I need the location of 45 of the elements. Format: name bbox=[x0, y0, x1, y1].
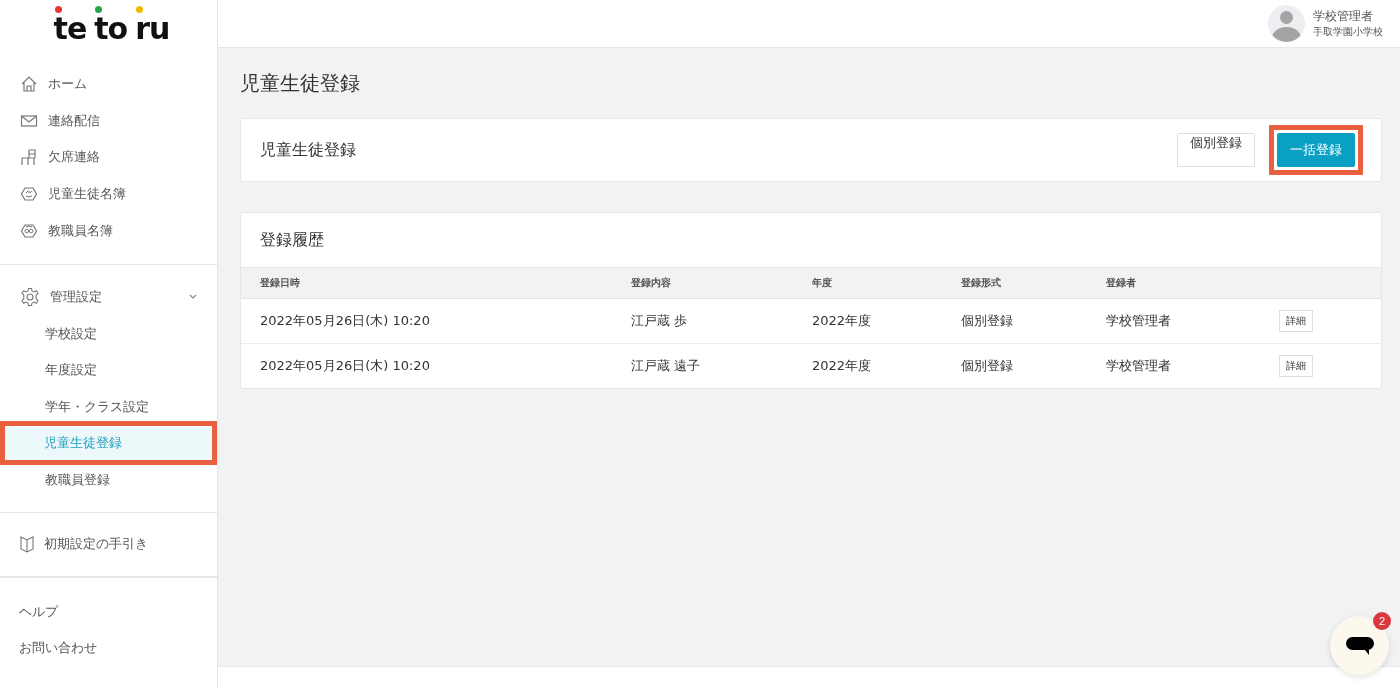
sidebar-subitem[interactable]: 学校設定 bbox=[6, 315, 211, 353]
detail-button[interactable]: 詳細 bbox=[1279, 310, 1313, 332]
sidebar-item[interactable]: 欠席連絡 bbox=[0, 139, 217, 176]
sidebar-item[interactable]: ホーム bbox=[0, 66, 217, 103]
card-title: 登録履歴 bbox=[259, 229, 325, 251]
sidebar-subitem[interactable]: 学年・クラス設定 bbox=[6, 388, 211, 426]
table-cell-text: 2022年度 bbox=[812, 357, 873, 375]
sidebar-subitem[interactable]: 教職員登録 bbox=[6, 461, 211, 498]
table-cell-text: 2022年05月26日(木) 10:20 bbox=[260, 357, 431, 375]
school-name: 手取学園小学校 bbox=[1313, 25, 1383, 39]
page-title: 児童生徒登録 bbox=[240, 70, 361, 97]
sidebar-link[interactable]: ヘルプ bbox=[0, 593, 217, 630]
sidebar-link[interactable]: お問い合わせ bbox=[0, 629, 217, 666]
book-icon bbox=[20, 535, 34, 554]
card-title: 児童生徒登録 bbox=[260, 139, 356, 161]
table-cell-text: 個別登録 bbox=[961, 312, 1014, 330]
table-cell-text: 2022年度 bbox=[812, 312, 873, 330]
table-cell-text: 個別登録 bbox=[961, 357, 1014, 375]
table-cell-text: 江戸蔵 遠子 bbox=[631, 357, 702, 375]
sidebar-item[interactable]: 教職員名簿 bbox=[0, 212, 217, 249]
child-face-icon bbox=[20, 185, 38, 204]
sidebar-subitem[interactable]: 年度設定 bbox=[6, 352, 211, 389]
user-name: 学校管理者 bbox=[1313, 8, 1374, 25]
table-cell-text: 2022年05月26日(木) 10:20 bbox=[260, 312, 431, 330]
column-header: 登録者 bbox=[1106, 276, 1137, 290]
home-icon bbox=[20, 75, 38, 94]
column-header: 登録形式 bbox=[961, 276, 1002, 290]
guide-link[interactable]: 初期設定の手引き bbox=[0, 525, 217, 563]
chair-icon bbox=[20, 148, 38, 167]
table-cell-text: 学校管理者 bbox=[1106, 312, 1172, 330]
sidebar-item[interactable]: 連絡配信 bbox=[0, 102, 217, 140]
column-header: 年度 bbox=[812, 276, 833, 290]
table-cell-text: 学校管理者 bbox=[1106, 357, 1172, 375]
detail-button[interactable]: 詳細 bbox=[1279, 355, 1313, 377]
teacher-face-icon bbox=[20, 221, 38, 240]
column-header: 登録内容 bbox=[631, 276, 672, 290]
chevron-icon bbox=[189, 294, 197, 301]
avatar-icon[interactable] bbox=[1268, 5, 1305, 42]
settings-icon bbox=[20, 287, 40, 308]
sidebar-item[interactable]: 児童生徒名簿 bbox=[0, 175, 217, 213]
settings-menu-toggle[interactable]: 管理設定 bbox=[0, 278, 217, 316]
register-button[interactable]: 個別登録 bbox=[1177, 133, 1255, 167]
tetoru-logo: te to ru bbox=[0, 0, 217, 50]
table-cell-text: 江戸蔵 歩 bbox=[631, 312, 689, 330]
column-header: 登録日時 bbox=[260, 276, 301, 290]
